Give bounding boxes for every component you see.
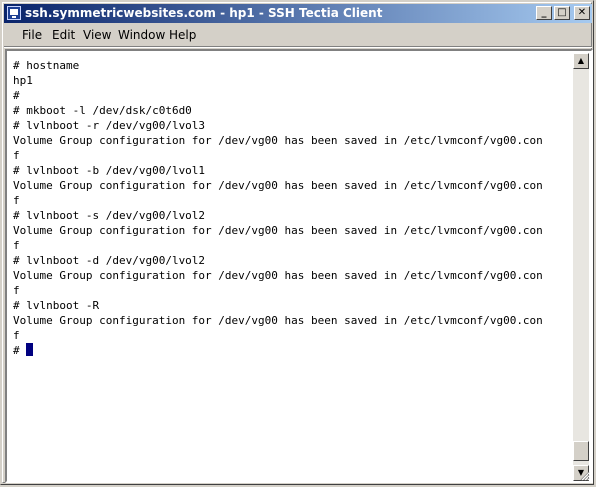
terminal-line: # hostname	[13, 59, 80, 72]
window-title: ssh.symmetricwebsites.com - hp1 - SSH Te…	[25, 6, 383, 20]
terminal-prompt-line: #	[13, 343, 33, 358]
terminal-line: # lvlnboot -b /dev/vg00/lvol1	[13, 164, 206, 177]
menu-window[interactable]: Window	[118, 27, 165, 43]
terminal-frame: # hostname hp1 # # mkboot -l /dev/dsk/c0…	[5, 49, 593, 483]
menu-file[interactable]: File	[22, 27, 42, 43]
terminal-line: # lvlnboot -s /dev/vg00/lvol2	[13, 209, 206, 222]
terminal-line: # lvlnboot -d /dev/vg00/lvol2	[13, 254, 206, 267]
terminal-line: f	[13, 149, 20, 162]
terminal-line: f	[13, 284, 20, 297]
terminal-output[interactable]: # hostname hp1 # # mkboot -l /dev/dsk/c0…	[9, 53, 575, 479]
app-window: ssh.symmetricwebsites.com - hp1 - SSH Te…	[0, 0, 594, 485]
terminal-line: f	[13, 329, 20, 342]
title-bar[interactable]: ssh.symmetricwebsites.com - hp1 - SSH Te…	[4, 4, 592, 23]
menu-divider	[4, 46, 592, 48]
scroll-thumb[interactable]	[573, 441, 589, 461]
maximize-button[interactable]: □	[554, 6, 570, 20]
menu-bar: File Edit View Window Help	[4, 25, 592, 45]
text-cursor	[25, 343, 33, 356]
terminal-line: Volume Group configuration for /dev/vg00…	[13, 179, 543, 192]
terminal-line: hp1	[13, 74, 33, 87]
menu-view[interactable]: View	[83, 27, 111, 43]
terminal-line: # mkboot -l /dev/dsk/c0t6d0	[13, 104, 192, 117]
scroll-up-button[interactable]: ▲	[573, 53, 589, 69]
terminal-line: f	[13, 239, 20, 252]
terminal-line: f	[13, 194, 20, 207]
terminal-line: Volume Group configuration for /dev/vg00…	[13, 314, 543, 327]
terminal-line: Volume Group configuration for /dev/vg00…	[13, 269, 543, 282]
resize-grip-icon[interactable]	[578, 469, 590, 481]
minimize-button[interactable]: _	[536, 6, 552, 20]
prompt-text: #	[13, 344, 20, 357]
app-icon[interactable]	[7, 6, 21, 20]
menu-help[interactable]: Help	[169, 27, 196, 43]
close-button[interactable]: ✕	[574, 6, 590, 20]
terminal-line: #	[13, 89, 20, 102]
terminal-line: # lvlnboot -R	[13, 299, 100, 312]
vertical-scrollbar[interactable]: ▲ ▼	[573, 53, 589, 481]
menu-edit[interactable]: Edit	[52, 27, 75, 43]
terminal-line: # lvlnboot -r /dev/vg00/lvol3	[13, 119, 206, 132]
terminal-line: Volume Group configuration for /dev/vg00…	[13, 134, 543, 147]
terminal-line: Volume Group configuration for /dev/vg00…	[13, 224, 543, 237]
